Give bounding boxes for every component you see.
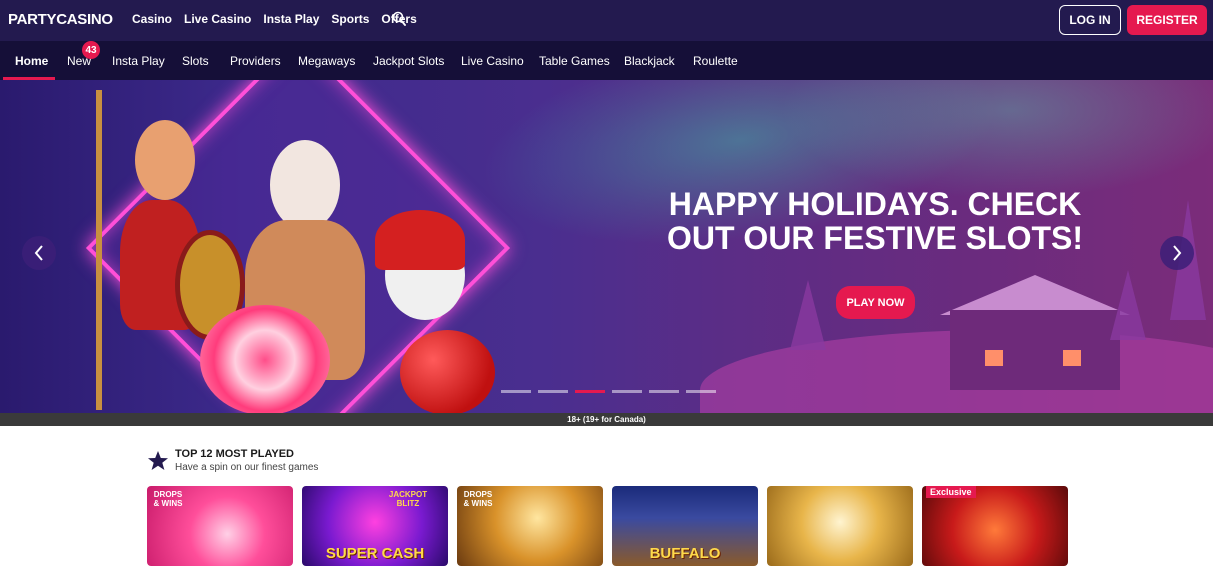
nav-insta-play[interactable]: Insta Play <box>263 12 319 26</box>
register-button[interactable]: REGISTER <box>1127 5 1207 35</box>
section-title: TOP 12 MOST PLAYED <box>175 448 295 460</box>
character-goddess <box>135 120 195 200</box>
carousel-next-button[interactable] <box>1160 236 1194 270</box>
character-zeus-santa <box>270 140 340 230</box>
hero-headline: HAPPY HOLIDAYS. CHECK OUT OUR FESTIVE SL… <box>666 186 1083 256</box>
jackpot-blitz-badge: JACKPOT BLITZ <box>388 490 428 508</box>
logo[interactable]: PARTYCASINO <box>8 11 113 28</box>
house-roof-decoration <box>940 275 1130 315</box>
section-subtitle: Have a spin on our finest games <box>175 462 319 473</box>
game-title: SUPER CASH <box>325 545 425 562</box>
tab-jackpot-slots[interactable]: Jackpot Slots <box>373 54 444 68</box>
age-restriction-notice: 18+ (19+ for Canada) <box>0 413 1213 426</box>
play-now-button[interactable]: PLAY NOW <box>836 286 915 319</box>
carousel-dot[interactable] <box>501 390 531 393</box>
game-tile[interactable] <box>767 486 913 566</box>
carousel-prev-button[interactable] <box>22 236 56 270</box>
game-tile[interactable]: BUFFALO <box>612 486 758 566</box>
chevron-right-icon <box>1173 245 1182 261</box>
drops-wins-badge: DROPS & WINS <box>463 490 493 508</box>
nav-casino[interactable]: Casino <box>132 12 172 26</box>
game-tile[interactable]: DROPS & WINS <box>147 486 293 566</box>
tab-insta-play[interactable]: Insta Play <box>112 54 165 68</box>
tab-home[interactable]: Home <box>15 54 48 68</box>
category-nav: Home New 43 Insta Play Slots Providers M… <box>0 41 1213 80</box>
house-window <box>985 350 1003 366</box>
carousel-indicators <box>501 390 716 393</box>
santa-hat <box>375 210 465 270</box>
game-title: BUFFALO <box>649 545 721 562</box>
star-icon <box>148 451 168 470</box>
tab-megaways[interactable]: Megaways <box>298 54 355 68</box>
search-icon[interactable] <box>392 11 406 27</box>
carousel-dot[interactable] <box>538 390 568 393</box>
golden-spear <box>96 90 102 410</box>
house-window <box>1063 350 1081 366</box>
tab-slots[interactable]: Slots <box>182 54 209 68</box>
new-count-badge: 43 <box>82 41 100 59</box>
tree-decoration <box>1110 270 1146 340</box>
game-tile[interactable]: DROPS & WINS <box>457 486 603 566</box>
drops-wins-badge: DROPS & WINS <box>153 490 183 508</box>
nav-live-casino[interactable]: Live Casino <box>184 12 251 26</box>
login-button[interactable]: LOG IN <box>1059 5 1121 35</box>
tab-table-games[interactable]: Table Games <box>539 54 610 68</box>
game-tile[interactable]: JACKPOT BLITZ SUPER CASH <box>302 486 448 566</box>
hero-banner[interactable]: HAPPY HOLIDAYS. CHECK OUT OUR FESTIVE SL… <box>0 80 1213 413</box>
tab-roulette[interactable]: Roulette <box>693 54 738 68</box>
exclusive-badge: Exclusive <box>926 486 976 498</box>
house-decoration <box>950 310 1120 390</box>
tab-blackjack[interactable]: Blackjack <box>624 54 675 68</box>
top-bar: PARTYCASINO Casino Live Casino Insta Pla… <box>0 0 1213 41</box>
carousel-dot[interactable] <box>686 390 716 393</box>
red-apple <box>400 330 495 413</box>
tab-providers[interactable]: Providers <box>230 54 281 68</box>
carousel-dot[interactable] <box>649 390 679 393</box>
main-nav: Casino Live Casino Insta Play Sports Off… <box>132 12 417 26</box>
nav-sports[interactable]: Sports <box>331 12 369 26</box>
carousel-dot-active[interactable] <box>575 390 605 393</box>
game-tile[interactable]: Exclusive <box>922 486 1068 566</box>
tab-live-casino[interactable]: Live Casino <box>461 54 524 68</box>
chevron-left-icon <box>34 245 43 261</box>
carousel-dot[interactable] <box>612 390 642 393</box>
swirl-candy <box>200 305 330 413</box>
tree-decoration <box>790 280 826 350</box>
